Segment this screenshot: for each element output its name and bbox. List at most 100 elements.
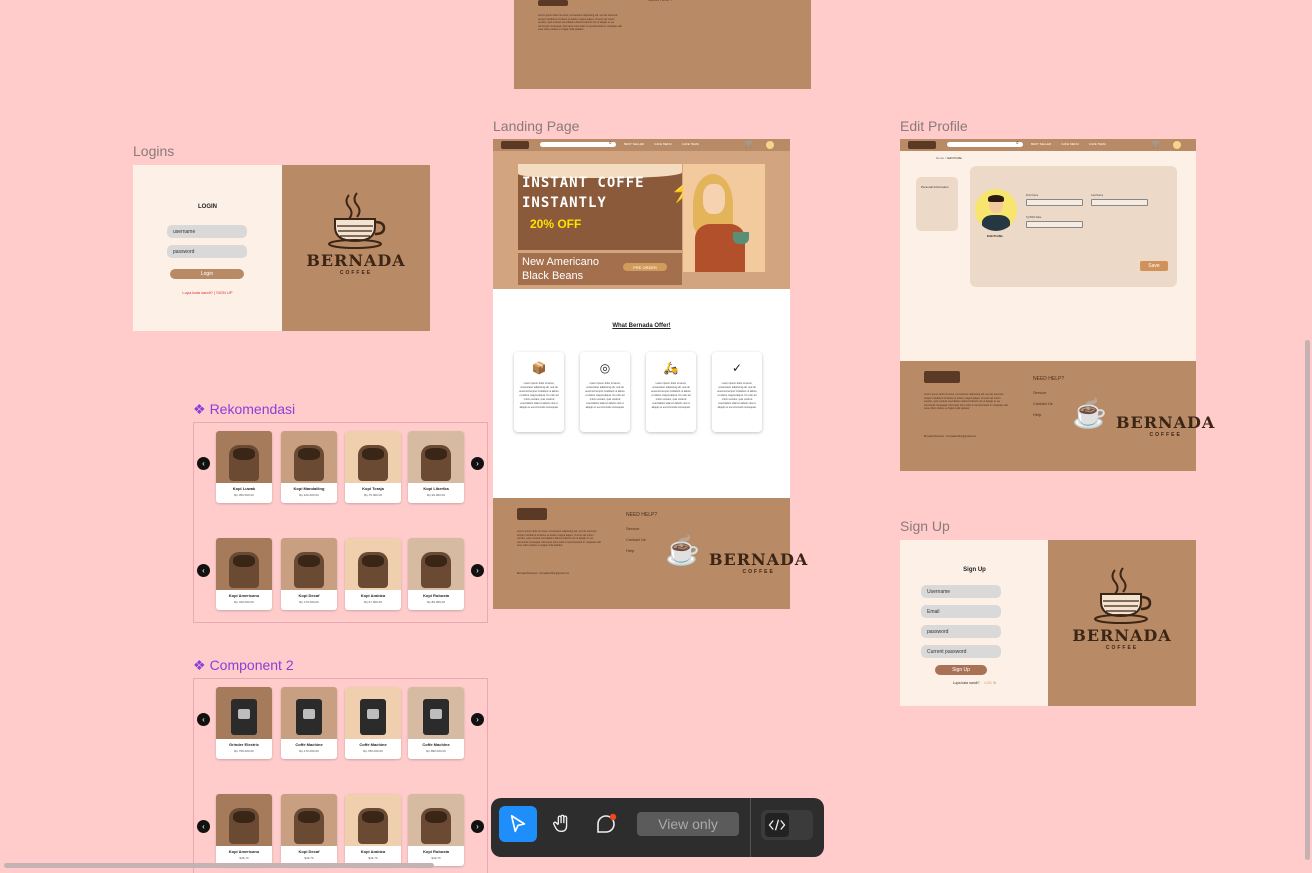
login-button[interactable]: Login bbox=[170, 269, 244, 279]
signup-username-input[interactable]: Username bbox=[921, 585, 1001, 598]
product-name: Kopi Toraja bbox=[362, 486, 384, 491]
product-card[interactable]: Kopi Americano Rp.449.000,00 bbox=[216, 538, 272, 610]
component2-row2-next[interactable]: › bbox=[471, 820, 484, 833]
avatar[interactable] bbox=[766, 141, 774, 149]
product-card[interactable]: Grinder Elextric Rp.790.000,00 bbox=[216, 687, 272, 759]
footer-logo-small bbox=[517, 508, 547, 520]
signup-login-prompt: Lupa kata sandi? bbox=[952, 681, 980, 685]
search-icon[interactable]: ⌕ bbox=[609, 140, 612, 146]
save-button[interactable]: Save bbox=[1140, 261, 1168, 271]
product-card[interactable]: Kopi Arabica $44,70 bbox=[345, 794, 401, 866]
password-input[interactable]: password bbox=[167, 245, 247, 258]
product-image bbox=[408, 794, 464, 846]
profile-footer-help[interactable]: Help bbox=[1033, 413, 1041, 417]
birth-date-input[interactable] bbox=[1026, 221, 1083, 228]
signup-login-link[interactable]: LOG IN bbox=[984, 681, 996, 685]
product-card[interactable]: Kopi Robusta $43,70 bbox=[408, 794, 464, 866]
product-image bbox=[281, 794, 337, 846]
product-price: $43,70 bbox=[304, 856, 314, 860]
product-card[interactable]: Kopi Americano $45,70 bbox=[216, 794, 272, 866]
rekomendasi-row1-next[interactable]: › bbox=[471, 457, 484, 470]
component-label-rekomendasi[interactable]: ❖ Rekomendasi bbox=[193, 401, 295, 418]
profile-nav-best-seller[interactable]: BEST SELLER bbox=[1031, 142, 1051, 146]
product-name: Grinder Elextric bbox=[228, 742, 259, 747]
component2-row2-prev[interactable]: ‹ bbox=[197, 820, 210, 833]
frame-label-signup[interactable]: Sign Up bbox=[900, 518, 950, 534]
dev-mode-button[interactable] bbox=[761, 810, 813, 840]
rekomendasi-row1-prev[interactable]: ‹ bbox=[197, 457, 210, 470]
product-card[interactable]: Kopi Decaf Rp.170.000,00 bbox=[281, 538, 337, 610]
product-card[interactable]: Coffe Machine Rp.890.000,00 bbox=[408, 687, 464, 759]
frame-label-logins[interactable]: Logins bbox=[133, 143, 174, 159]
breadcrumb-home[interactable]: Home > bbox=[936, 156, 947, 160]
avatar-caption[interactable]: Edit Profile bbox=[987, 234, 1003, 238]
nav-search[interactable] bbox=[540, 142, 616, 147]
profile-cart-icon[interactable]: 🛒 bbox=[1152, 140, 1161, 148]
rekomendasi-row2-next[interactable]: › bbox=[471, 564, 484, 577]
product-card[interactable]: Coffe Machine Rp.170.000,00 bbox=[281, 687, 337, 759]
product-card[interactable]: Coffe Machine Rp.780.000,00 bbox=[345, 687, 401, 759]
profile-nav-avatar[interactable] bbox=[1173, 141, 1181, 149]
component-label-component2[interactable]: ❖ Component 2 bbox=[193, 657, 294, 674]
profile-nav-cafe-menu[interactable]: CAFE MENU bbox=[1061, 142, 1079, 146]
product-card[interactable]: Kopi Mandailing Rp.100.000,00 bbox=[281, 431, 337, 503]
product-card[interactable]: Kopi Toraja Rp.75.000,00 bbox=[345, 431, 401, 503]
profile-avatar[interactable] bbox=[975, 189, 1017, 231]
product-name: Kopi Mandailing bbox=[293, 486, 325, 491]
component2-row1-next[interactable]: › bbox=[471, 713, 484, 726]
product-card[interactable]: Kopi Robusta Rp.80.000,00 bbox=[408, 538, 464, 610]
comment-tool-button[interactable] bbox=[587, 806, 625, 842]
signup-email-input[interactable]: Email bbox=[921, 605, 1001, 618]
login-title: LOGIN bbox=[198, 204, 217, 210]
last-name-input[interactable] bbox=[1091, 199, 1148, 206]
profile-search-icon[interactable]: ⌕ bbox=[1016, 140, 1019, 146]
offer-card-4: ✓ Lorem ipsum dolor sit amet, consectetu… bbox=[712, 352, 762, 432]
profile-footer-service[interactable]: Service bbox=[1033, 391, 1046, 395]
product-card[interactable]: Kopi Liberika Rp.99.000,00 bbox=[408, 431, 464, 503]
avatar-suit bbox=[982, 215, 1010, 231]
nav-cafe-tema[interactable]: CAFE TEMA bbox=[682, 142, 699, 146]
signup-confirm-input[interactable]: Current password bbox=[921, 645, 1001, 658]
profile-navbar: ⌕ BEST SELLER CAFE MENU CAFE TEMA 🛒 bbox=[900, 139, 1196, 151]
bernada-logo: BERNADA COFFEE bbox=[306, 191, 405, 276]
footer-contact-us[interactable]: Contact Us bbox=[626, 538, 646, 542]
rekomendasi-component: ‹ › ‹ › Kopi Luwak Rp.350.000,00 Kopi Man… bbox=[193, 422, 488, 623]
rekomendasi-row2-prev[interactable]: ‹ bbox=[197, 564, 210, 577]
product-name: Kopi Americano bbox=[228, 593, 260, 598]
move-tool-button[interactable] bbox=[499, 806, 537, 842]
signup-password-input[interactable]: password bbox=[921, 625, 1001, 638]
hero-section: INSTANT COFFE INSTANTLY 20% OFF ⚡ New Am… bbox=[493, 151, 790, 289]
login-divider: | bbox=[213, 290, 216, 295]
sidebar-personal-info[interactable]: Personal Information bbox=[921, 185, 949, 189]
forgot-password-link[interactable]: Lupa kata sandi? bbox=[182, 290, 212, 295]
nav-cafe-menu[interactable]: CAFE MENU bbox=[654, 142, 672, 146]
product-card[interactable]: Kopi Decaf $43,70 bbox=[281, 794, 337, 866]
hand-tool-button[interactable] bbox=[543, 806, 581, 842]
product-price: Rp.100.000,00 bbox=[299, 493, 319, 497]
vertical-scrollbar[interactable] bbox=[1305, 340, 1310, 860]
product-card[interactable]: Kopi Luwak Rp.350.000,00 bbox=[216, 431, 272, 503]
product-card[interactable]: Kopi Arabica Rp.67.000,00 bbox=[345, 538, 401, 610]
nav-best-seller[interactable]: BEST SELLER bbox=[624, 142, 644, 146]
frame-label-landing[interactable]: Landing Page bbox=[493, 118, 579, 134]
signup-link[interactable]: SIGN UP bbox=[216, 290, 232, 295]
frame-label-edit-profile[interactable]: Edit Profile bbox=[900, 118, 968, 134]
offer-text-3: Lorem ipsum dolor sit amet, consectetur … bbox=[651, 382, 691, 409]
footer-brand-sub: COFFEE bbox=[742, 569, 775, 575]
profile-footer-contact-us[interactable]: Contact Us bbox=[1033, 402, 1053, 406]
footer-service[interactable]: Service bbox=[626, 527, 639, 531]
cart-icon[interactable]: 🛒 bbox=[745, 140, 754, 148]
profile-footer-brand-name: BERNADA bbox=[1116, 413, 1216, 432]
first-name-input[interactable] bbox=[1026, 199, 1083, 206]
profile-nav-cafe-tema[interactable]: CAFE TEMA bbox=[1089, 142, 1106, 146]
signup-button[interactable]: Sign Up bbox=[935, 665, 987, 675]
profile-nav-search[interactable] bbox=[947, 142, 1023, 147]
horizontal-scrollbar[interactable] bbox=[4, 863, 434, 868]
footer-text: Lorem ipsum dolor sit amet, consectetur … bbox=[517, 530, 601, 547]
component2-row1-prev[interactable]: ‹ bbox=[197, 713, 210, 726]
coffee-bean-icon: ◎ bbox=[599, 361, 611, 375]
preorder-button[interactable]: PRE ORDER bbox=[623, 263, 667, 271]
footer-help[interactable]: Help bbox=[626, 549, 634, 553]
username-input[interactable]: username bbox=[167, 225, 247, 238]
coffee-bag-icon bbox=[294, 445, 324, 481]
